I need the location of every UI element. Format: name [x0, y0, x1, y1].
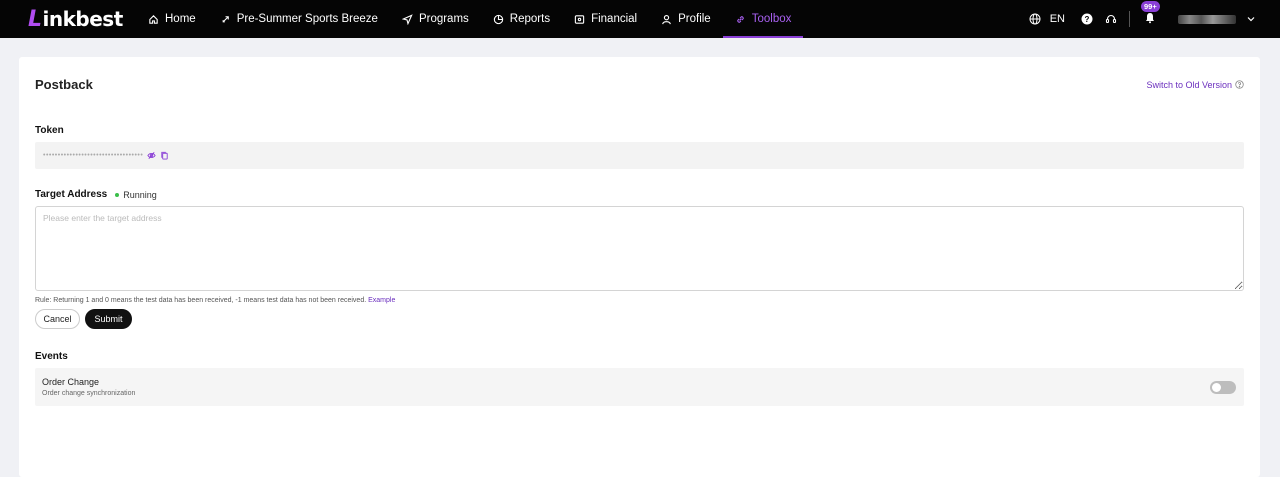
- logo-mark: L: [28, 6, 42, 32]
- language-label: EN: [1049, 13, 1065, 25]
- svg-text:?: ?: [1085, 15, 1090, 24]
- nav-item-label: Financial: [591, 13, 638, 25]
- top-navigation: L inkbest Home Pre-Summer Sports Breeze …: [0, 0, 1280, 38]
- divider: [1129, 11, 1130, 27]
- language-selector[interactable]: EN: [1023, 13, 1065, 25]
- wallet-icon: [574, 14, 585, 24]
- home-icon: [149, 14, 158, 24]
- event-text: Order Change Order change synchronizatio…: [42, 377, 135, 397]
- nav-item-label: Toolbox: [751, 13, 792, 25]
- card-header: Postback Switch to Old Version: [19, 57, 1260, 92]
- nav-item-label: Profile: [678, 13, 711, 25]
- nav-item-home[interactable]: Home: [136, 0, 208, 38]
- target-address-label: Target Address: [35, 189, 108, 200]
- nav-item-programs[interactable]: Programs: [390, 0, 481, 38]
- user-account-name[interactable]: [1178, 14, 1236, 24]
- rule-description: Rule: Returning 1 and 0 means the test d…: [35, 297, 367, 304]
- nav-menu: Home Pre-Summer Sports Breeze Programs R…: [136, 0, 804, 38]
- nav-item-profile[interactable]: Profile: [649, 0, 723, 38]
- help-circle-icon: [1235, 80, 1244, 89]
- nav-item-financial[interactable]: Financial: [562, 0, 649, 38]
- nav-item-label: Reports: [509, 13, 551, 25]
- switch-link-label: Switch to Old Version: [1146, 79, 1232, 90]
- nav-right: EN ? 99+: [1023, 0, 1256, 27]
- copy-icon[interactable]: [160, 151, 169, 160]
- order-change-toggle[interactable]: [1210, 380, 1236, 394]
- status-dot: [115, 192, 120, 197]
- nav-item-label: Pre-Summer Sports Breeze: [236, 13, 378, 25]
- logo-text: inkbest: [42, 7, 124, 31]
- bell-icon: [1146, 12, 1154, 23]
- status-badge: Running: [123, 189, 157, 200]
- globe-icon: [1029, 13, 1041, 25]
- chevron-down-icon[interactable]: [1246, 14, 1256, 24]
- token-label: Token: [35, 125, 64, 136]
- rocket-icon: [222, 15, 229, 23]
- link-icon: [736, 15, 744, 23]
- chart-icon: [493, 14, 503, 24]
- eye-off-icon[interactable]: [147, 151, 156, 160]
- notifications-button[interactable]: 99+: [1138, 0, 1162, 27]
- event-description: Order change synchronization: [42, 390, 136, 397]
- switch-old-version-link[interactable]: Switch to Old Version: [1146, 80, 1244, 90]
- token-value: ••••••••••••••••••••••••••••••••••: [43, 152, 144, 159]
- cancel-button[interactable]: Cancel: [35, 309, 80, 329]
- target-address-header: Target Address Running: [19, 189, 1260, 200]
- help-icon[interactable]: ?: [1081, 13, 1093, 25]
- page-title: Postback: [35, 77, 93, 92]
- form-actions: Cancel Submit: [19, 309, 1260, 329]
- postback-card: Postback Switch to Old Version Token •••…: [19, 57, 1260, 477]
- logo[interactable]: L inkbest: [28, 7, 136, 32]
- token-field: ••••••••••••••••••••••••••••••••••: [35, 142, 1244, 169]
- target-address-input[interactable]: [35, 206, 1244, 291]
- rule-text: Rule: Returning 1 and 0 means the test d…: [19, 297, 1260, 304]
- nav-item-label: Home: [165, 13, 196, 25]
- nav-item-campaign[interactable]: Pre-Summer Sports Breeze: [208, 0, 390, 38]
- event-title: Order Change: [42, 377, 100, 387]
- example-link[interactable]: Example: [368, 297, 395, 304]
- nav-item-reports[interactable]: Reports: [481, 0, 562, 38]
- user-icon: [662, 14, 671, 24]
- notification-badge: 99+: [1141, 0, 1160, 12]
- events-label: Events: [35, 351, 68, 362]
- nav-item-toolbox[interactable]: Toolbox: [722, 0, 804, 38]
- send-icon: [401, 13, 413, 25]
- nav-item-label: Programs: [418, 13, 469, 25]
- submit-button[interactable]: Submit: [85, 309, 132, 329]
- event-item-order-change: Order Change Order change synchronizatio…: [35, 368, 1244, 406]
- support-icon[interactable]: [1105, 13, 1117, 25]
